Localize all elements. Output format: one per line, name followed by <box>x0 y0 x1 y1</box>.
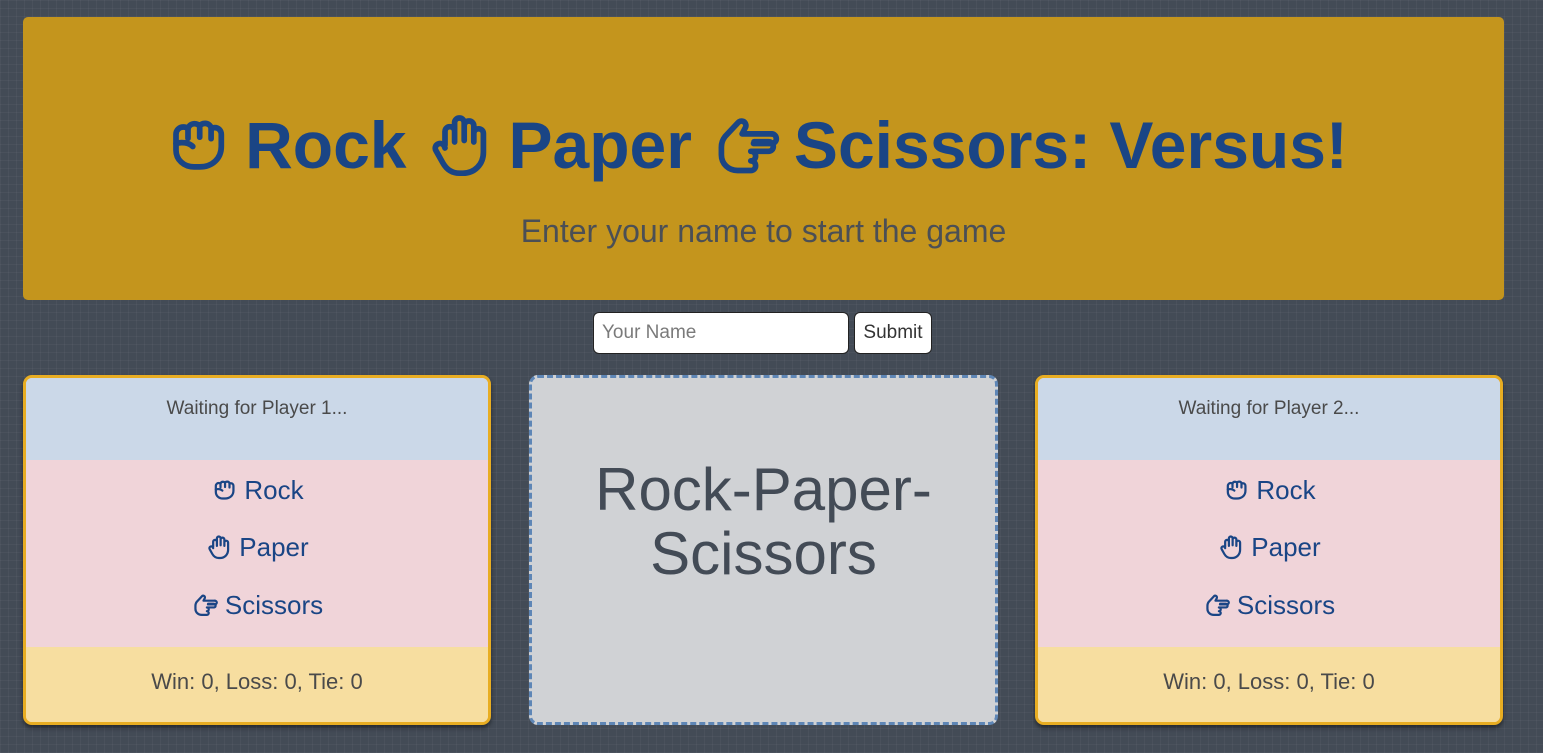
page-title: Rock Paper Scissors: Versus! <box>23 109 1504 181</box>
player1-choice-paper[interactable]: Paper <box>205 532 309 589</box>
choice-label: Paper <box>1251 532 1321 563</box>
choice-label: Rock <box>1256 475 1316 505</box>
player1-choices: Rock Paper Scissors <box>26 460 488 647</box>
title-word-paper: Paper <box>508 108 692 182</box>
choice-label: Rock <box>244 475 304 505</box>
scissors-hand-icon <box>191 591 219 619</box>
scissors-hand-icon <box>1203 591 1231 619</box>
player2-choice-paper[interactable]: Paper <box>1217 532 1321 589</box>
scissors-hand-icon <box>710 109 782 181</box>
fist-icon <box>1222 476 1250 504</box>
player2-score: Win: 0, Loss: 0, Tie: 0 <box>1038 647 1500 722</box>
player2-card: Waiting for Player 2... Rock Paper Sciss… <box>1035 375 1503 725</box>
player1-choice-scissors[interactable]: Scissors <box>191 590 323 647</box>
open-hand-icon <box>1217 533 1245 561</box>
choice-label: Scissors <box>224 589 324 620</box>
name-input[interactable] <box>593 312 849 354</box>
submit-button[interactable]: Submit <box>854 312 932 354</box>
player1-status: Waiting for Player 1... <box>26 378 488 460</box>
player2-choice-rock[interactable]: Rock <box>1222 475 1316 532</box>
player1-score: Win: 0, Loss: 0, Tie: 0 <box>26 647 488 722</box>
player2-choice-scissors[interactable]: Scissors <box>1203 590 1335 647</box>
player2-choices: Rock Paper Scissors <box>1038 460 1500 647</box>
choice-label: Scissors <box>1236 589 1336 620</box>
player1-choice-rock[interactable]: Rock <box>210 475 304 532</box>
player1-card: Waiting for Player 1... Rock Paper Sciss… <box>23 375 491 725</box>
arena-title: Rock-Paper-Scissors <box>595 456 932 587</box>
title-word-scissors: Scissors: Versus! <box>793 108 1348 182</box>
open-hand-icon <box>205 533 233 561</box>
game-arena: Rock-Paper-Scissors <box>529 375 998 725</box>
name-form: Submit <box>593 312 932 354</box>
fist-icon <box>210 476 238 504</box>
choice-label: Paper <box>239 532 309 563</box>
fist-icon <box>161 109 233 181</box>
open-hand-icon <box>424 109 496 181</box>
player2-status: Waiting for Player 2... <box>1038 378 1500 460</box>
title-word-rock: Rock <box>245 108 407 182</box>
page-subtitle: Enter your name to start the game <box>520 213 1007 249</box>
header-banner: Rock Paper Scissors: Versus! Enter your … <box>23 17 1504 300</box>
